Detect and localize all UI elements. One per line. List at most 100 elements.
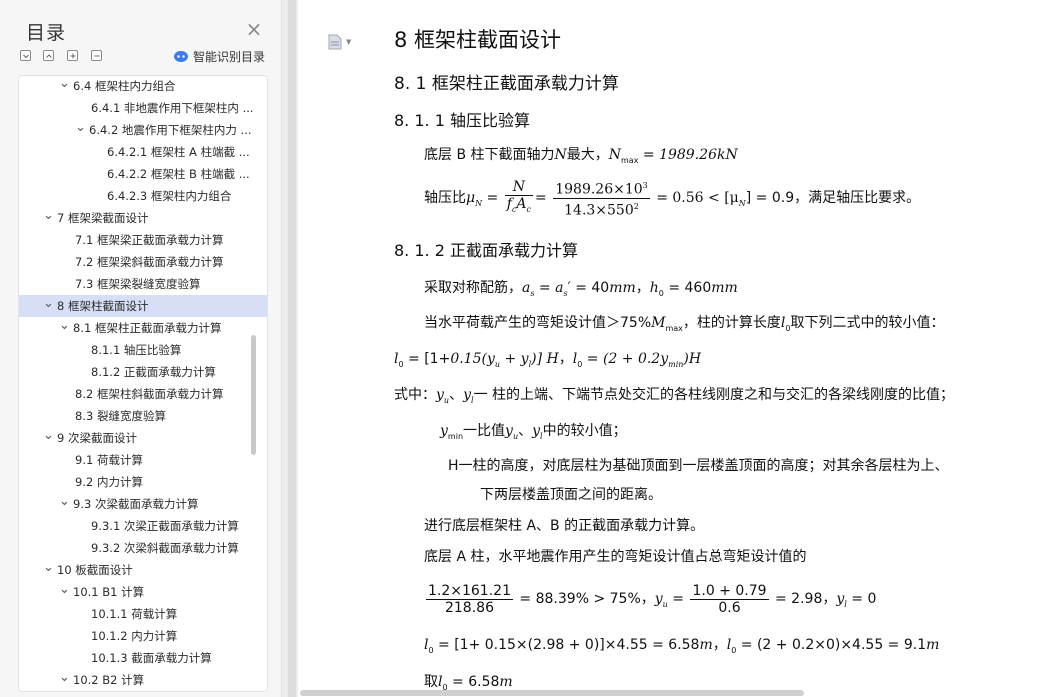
toc-item[interactable]: ⌄ 6.4 框架柱内力组合 — [19, 76, 267, 97]
toc-item[interactable]: 9.3.1 次梁正截面承载力计算 — [19, 515, 267, 537]
chevron-down-icon[interactable]: ⌄ — [75, 119, 86, 141]
chevron-down-icon[interactable]: ⌄ — [59, 669, 70, 691]
toc-item-label: 8.3 裂缝宽度验算 — [75, 409, 166, 423]
smart-toc-icon — [174, 51, 188, 62]
toc-item-label: 10 板截面设计 — [57, 563, 133, 577]
toc-item-label: 9.1 荷载计算 — [75, 453, 143, 467]
doc-formula-4: l0 = [1+ 0.15×(2.98 + 0)]×4.55 = 6.58m，l… — [424, 637, 940, 655]
doc-h1: 8 框架柱截面设计 — [394, 28, 562, 52]
toc-title: 目录 — [26, 22, 67, 44]
toc-item[interactable]: 9.3.2 次梁斜截面承载力计算 — [19, 537, 267, 559]
doc-para-6: ymin一比值yu、yl中的较小值； — [440, 423, 627, 441]
toc-scrollbar[interactable] — [251, 335, 256, 455]
doc-para-11: 取l0 = 6.58m — [424, 674, 513, 692]
toc-item-label: 7.1 框架梁正截面承载力计算 — [75, 233, 224, 247]
close-icon[interactable]: × — [244, 19, 264, 39]
toc-item-label: 10.1.2 内力计算 — [91, 629, 178, 643]
toc-item-label: 6.4 框架柱内力组合 — [73, 79, 176, 93]
chevron-down-icon[interactable]: ⌄ — [43, 427, 54, 449]
toc-sidebar: 目录 × 智能识别目录 ⌄ 6.4 框架柱内力组合 6.4.1 非地震作用下框架柱内… — [0, 0, 282, 697]
toc-item[interactable]: ⌄ 10.1 B1 计算 — [19, 581, 267, 603]
toc-item[interactable]: 6.4.1 非地震作用下框架柱内 ... — [19, 97, 267, 119]
toc-item-label: 8 框架柱截面设计 — [57, 299, 149, 313]
toc-item-label: 6.4.1 非地震作用下框架柱内 ... — [91, 101, 254, 115]
smart-toc-button[interactable]: 智能识别目录 — [173, 48, 265, 64]
toc-item[interactable]: ⌄ 10 板截面设计 — [19, 559, 267, 581]
chevron-down-icon[interactable]: ⌄ — [43, 295, 54, 317]
toc-item[interactable]: 6.4.2.1 框架柱 A 柱端截 ... — [19, 141, 267, 163]
page-gutter — [288, 0, 296, 697]
toc-item[interactable]: 10.1.2 内力计算 — [19, 625, 267, 647]
doc-para-7: H一柱的高度，对底层柱为基础顶面到一层楼盖顶面的高度；对其余各层柱为上、 — [448, 458, 949, 474]
collapse-all-icon[interactable] — [20, 50, 31, 61]
chevron-down-icon[interactable]: ▼ — [346, 38, 351, 46]
toc-item[interactable]: ⌄ 7 框架梁截面设计 — [19, 207, 267, 229]
toc-item-label: 7.3 框架梁裂缝宽度验算 — [75, 277, 201, 291]
doc-para-10: 底层 A 柱，水平地震作用产生的弯矩设计值占总弯矩设计值的 — [424, 549, 807, 565]
toc-item[interactable]: 6.4.2.2 框架柱 B 柱端截 ... — [19, 163, 267, 185]
toc-item[interactable]: ⌄ 8 框架柱截面设计 — [19, 295, 267, 317]
toc-item-label: 9 次梁截面设计 — [57, 431, 137, 445]
expand-one-icon[interactable] — [43, 50, 54, 61]
doc-para-3: 采取对称配筋，as = as′ = 40mm，h0 = 460mm — [424, 280, 738, 298]
toc-item[interactable]: ⌄ 6.4.2 地震作用下框架柱内力 ... — [19, 119, 267, 141]
toc-item-label: 9.2 内力计算 — [75, 475, 143, 489]
toc-item-label: 10.1 B1 计算 — [73, 585, 145, 599]
toc-item-label: 6.4.2 地震作用下框架柱内力 ... — [89, 123, 252, 137]
chevron-down-icon[interactable]: ⌄ — [43, 559, 54, 581]
toc-item-label: 9.3.1 次梁正截面承载力计算 — [91, 519, 239, 533]
toc-item[interactable]: 7.1 框架梁正截面承载力计算 — [19, 229, 267, 251]
toc-item[interactable]: 9.2 内力计算 — [19, 471, 267, 493]
toc-list: ⌄ 6.4 框架柱内力组合 6.4.1 非地震作用下框架柱内 ... ⌄ 6.4.2 地… — [18, 75, 268, 692]
toc-item-label: 9.3 次梁截面承载力计算 — [73, 497, 199, 511]
chevron-down-icon[interactable]: ⌄ — [59, 76, 70, 97]
toc-item[interactable]: 7.3 框架梁裂缝宽度验算 — [19, 273, 267, 295]
document-page: ▼ 8 框架柱截面设计 8. 1 框架柱正截面承载力计算 8. 1. 1 轴压比… — [298, 0, 1054, 697]
toc-item-label: 9.3.2 次梁斜截面承载力计算 — [91, 541, 239, 555]
chevron-down-icon[interactable]: ⌄ — [59, 581, 70, 603]
doc-para-4: 当水平荷载产生的弯矩设计值＞75%Mmax，柱的计算长度l0取下列二式中的较小值… — [424, 315, 945, 333]
toc-item[interactable]: 8.3 裂缝宽度验算 — [19, 405, 267, 427]
toc-item[interactable]: 9.1 荷载计算 — [19, 449, 267, 471]
toc-item[interactable]: 10.1.1 荷载计算 — [19, 603, 267, 625]
doc-para-8: 下两层楼盖顶面之间的距离。 — [480, 487, 662, 503]
chevron-down-icon[interactable]: ⌄ — [43, 207, 54, 229]
chevron-down-icon[interactable]: ⌄ — [59, 493, 70, 515]
toc-item[interactable]: 8.2 框架柱斜截面承载力计算 — [19, 383, 267, 405]
doc-para-5: 式中：yu、yl一 柱的上端、下端节点处交汇的各柱线刚度之和与交汇的各梁线刚度的… — [394, 387, 955, 405]
toc-item-label: 8.1.2 正截面承载力计算 — [91, 365, 216, 379]
doc-h2: 8. 1 框架柱正截面承载力计算 — [394, 74, 619, 94]
toc-item-label: 8.2 框架柱斜截面承载力计算 — [75, 387, 224, 401]
toc-item[interactable]: 8.1.2 正截面承载力计算 — [19, 361, 267, 383]
doc-para-2: 轴压比μN = NfcAc = 1989.26×103 14.3×5502 = 0.… — [424, 178, 921, 219]
toc-item[interactable]: 10.1.3 截面承载力计算 — [19, 647, 267, 669]
add-icon[interactable] — [67, 50, 78, 61]
toc-item-label: 10.1.1 荷载计算 — [91, 607, 178, 621]
document-icon[interactable] — [328, 34, 342, 50]
toc-item[interactable]: ⌄ 9 次梁截面设计 — [19, 427, 267, 449]
toc-item-label: 7 框架梁截面设计 — [57, 211, 149, 225]
toc-item[interactable]: 8.1.1 轴压比验算 — [19, 339, 267, 361]
toc-item[interactable]: 6.4.2.3 框架柱内力组合 — [19, 185, 267, 207]
toc-item-label: 6.4.2.1 框架柱 A 柱端截 ... — [107, 145, 250, 159]
doc-formula-3: 1.2×161.21 218.86 = 88.39% > 75%，yu = 1.0… — [426, 582, 877, 616]
doc-h3-a: 8. 1. 1 轴压比验算 — [394, 111, 530, 130]
toc-item-label: 8.1 框架柱正截面承载力计算 — [73, 321, 222, 335]
toc-item-label: 8.1.1 轴压比验算 — [91, 343, 182, 357]
toc-item-label: 7.2 框架梁斜截面承载力计算 — [75, 255, 224, 269]
toc-item[interactable]: ⌄ 10.2 B2 计算 — [19, 669, 267, 691]
smart-toc-label: 智能识别目录 — [193, 49, 266, 64]
toc-item-label: 10.1.3 截面承载力计算 — [91, 651, 212, 665]
toc-item[interactable]: 7.2 框架梁斜截面承载力计算 — [19, 251, 267, 273]
toc-item[interactable]: ⌄ 9.3 次梁截面承载力计算 — [19, 493, 267, 515]
toc-item[interactable]: ⌄ 8.1 框架柱正截面承载力计算 — [19, 317, 267, 339]
toc-item-label: 6.4.2.3 框架柱内力组合 — [107, 189, 232, 203]
doc-h3-b: 8. 1. 2 正截面承载力计算 — [394, 241, 578, 260]
doc-para-1: 底层 B 柱下截面轴力N最大，Nmax = 1989.26kN — [424, 147, 738, 165]
doc-para-9: 进行底层框架柱 A、B 的正截面承载力计算。 — [424, 518, 705, 534]
horizontal-scrollbar[interactable] — [300, 690, 804, 696]
chevron-down-icon[interactable]: ⌄ — [59, 317, 70, 339]
toc-item-label: 10.2 B2 计算 — [73, 673, 145, 687]
remove-icon[interactable] — [91, 50, 102, 61]
toc-item-label: 6.4.2.2 框架柱 B 柱端截 ... — [107, 167, 250, 181]
